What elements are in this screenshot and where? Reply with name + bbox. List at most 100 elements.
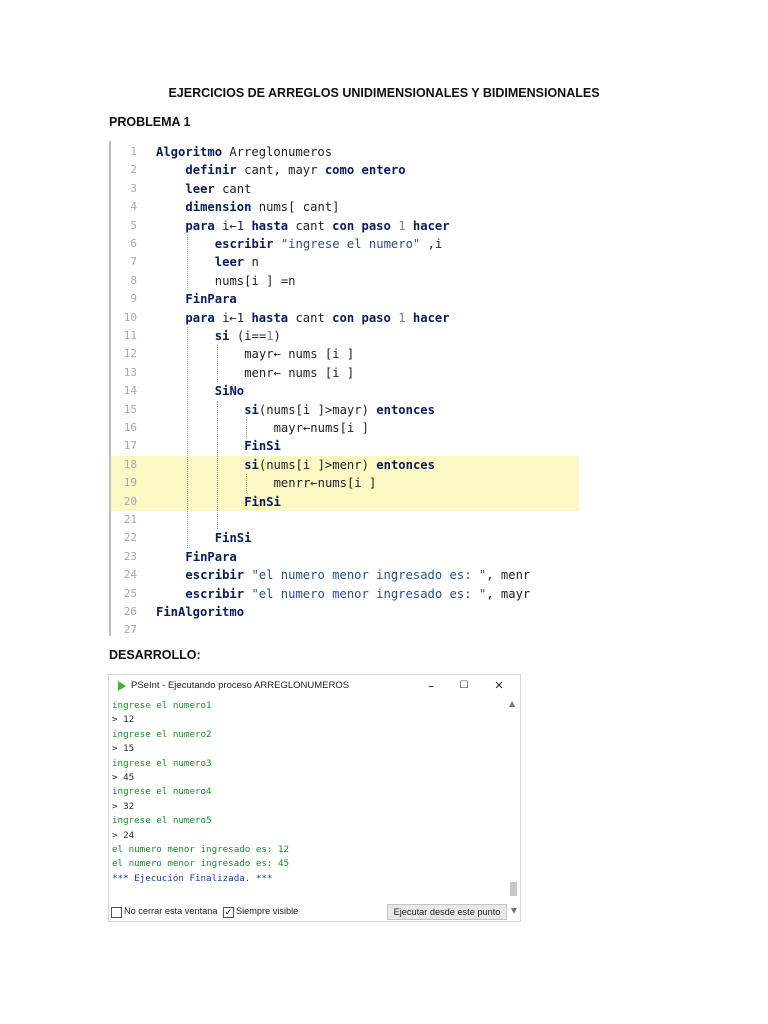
code-line[interactable]: 19 menrr←nums[i ] [111, 474, 579, 493]
code-token: FinSi [214, 531, 252, 546]
code-line[interactable]: 21 [111, 511, 579, 529]
code-token: , mayr [486, 586, 531, 601]
console-output-line: el numero menor ingresado es: 12 [112, 844, 290, 855]
console-output-line: ingrese el numero5 [112, 815, 212, 827]
line-number: 17 [123, 439, 137, 453]
code-token: cant [288, 310, 333, 325]
line-number: 6 [130, 237, 137, 250]
scroll-up-icon[interactable]: ▲ [509, 699, 515, 708]
console-output-line: > 12 [112, 714, 135, 726]
code-line[interactable]: 13 menr← nums [i ] [111, 364, 579, 382]
code-line[interactable]: 20 FinSi [111, 492, 579, 511]
scroll-down-icon[interactable]: ▼ [511, 906, 517, 915]
minimize-button[interactable]: – [420, 678, 442, 694]
console-output[interactable]: ingrese el numero1 > 12 ingrese el numero2… [109, 699, 505, 899]
code-text: FinPara [185, 548, 236, 566]
line-number: 22 [123, 531, 137, 545]
no-close-checkbox[interactable] [111, 907, 122, 918]
code-line[interactable]: 7 leer n [111, 253, 579, 271]
code-text: escribir "el numero menor ingresado es: … [185, 566, 530, 584]
console-output-line: > 32 [112, 800, 135, 812]
console-output-line: el numero menor ingresado es: 45 [112, 858, 290, 870]
code-token: leer [214, 255, 245, 270]
pseint-app-icon [118, 681, 126, 691]
code-token: con paso [332, 218, 391, 233]
code-token: "ingrese el numero" [280, 237, 421, 251]
line-number: 5 [130, 218, 137, 232]
code-token: FinSi [244, 439, 281, 454]
code-text: escribir "ingrese el numero" ,i [215, 235, 442, 253]
always-visible-label: Siempre visible [236, 906, 299, 916]
code-line[interactable]: 25 escribir "el numero menor ingresado es… [111, 585, 579, 603]
code-token: menrr←nums[i ] [273, 476, 377, 491]
code-line[interactable]: 26 FinAlgoritmo [111, 603, 579, 621]
code-line[interactable]: 11 si (i==1) [111, 327, 579, 345]
console-output-line: > 45 [112, 772, 135, 783]
line-number: 20 [123, 494, 137, 508]
code-token: i←1 [214, 310, 252, 325]
close-button[interactable]: ✕ [488, 678, 510, 694]
code-line[interactable]: 15 si(nums[i ]>mayr) entonces [111, 401, 579, 419]
code-token: Algoritmo [156, 145, 223, 159]
console-footer: No cerrar esta ventana ✓ Siempre visible… [109, 903, 520, 921]
code-token: mayr←nums[i ] [273, 421, 369, 435]
code-line[interactable]: 4 dimension nums[ cant] [111, 198, 579, 216]
code-line[interactable]: 9 FinPara [111, 290, 579, 308]
code-line[interactable]: 24 escribir "el numero menor ingresado es… [111, 566, 579, 584]
code-line[interactable]: 10 para i←1 hasta cant con paso 1 hacer [111, 309, 579, 327]
code-text: si (i==1) [215, 327, 281, 345]
title-bar[interactable]: PSeInt - Ejecutando proceso ARREGLONUMER… [109, 675, 520, 697]
maximize-button[interactable]: ☐ [453, 678, 475, 694]
code-token: hasta [251, 218, 289, 233]
code-line[interactable]: 18 si(nums[i ]>menr) entonces [111, 455, 579, 475]
code-token: cant [214, 181, 252, 196]
code-token: , menr [486, 568, 531, 583]
code-editor[interactable]: 1 Algoritmo Arreglonumeros 2 definir cant, … [109, 141, 579, 636]
code-line[interactable]: 12 mayr← nums [i ] [111, 345, 579, 363]
code-text: definir cant, mayr como entero [185, 161, 405, 179]
code-token: para [185, 310, 215, 325]
line-number: 11 [123, 329, 137, 342]
line-number: 27 [123, 623, 137, 636]
code-token: menr← nums [i ] [244, 365, 355, 380]
code-line[interactable]: 5 para i←1 hasta cant con paso 1 hacer [111, 217, 579, 235]
code-line[interactable]: 6 escribir "ingrese el numero" ,i [111, 235, 579, 253]
code-text: FinSi [244, 493, 281, 511]
line-number: 16 [123, 421, 137, 434]
console-output-line: ingrese el numero3 [112, 757, 212, 769]
code-line[interactable]: 17 FinSi [111, 437, 579, 455]
scroll-thumb[interactable] [510, 882, 517, 896]
code-line[interactable]: 14 SiNo [111, 382, 579, 400]
code-line[interactable]: 16 mayr←nums[i ] [111, 419, 579, 437]
code-line[interactable]: 2 definir cant, mayr como entero [111, 161, 579, 179]
code-line[interactable]: 22 FinSi [111, 529, 579, 547]
line-number: 21 [123, 513, 137, 526]
code-line[interactable]: 27 [111, 621, 579, 636]
line-number: 14 [123, 384, 137, 398]
code-token: como [324, 163, 355, 178]
code-token: escribir [185, 586, 245, 601]
line-number: 23 [123, 549, 137, 563]
code-token: nums[i ] =n [214, 273, 296, 288]
run-from-here-button[interactable]: Ejecutar desde este punto [387, 904, 507, 920]
code-token: 1 [398, 218, 406, 233]
code-line[interactable]: 1 Algoritmo Arreglonumeros [111, 143, 579, 161]
vertical-scrollbar[interactable]: ▲ [508, 699, 518, 899]
code-token: dimension [185, 200, 252, 215]
console-output-line: > 24 [112, 829, 135, 841]
code-line[interactable]: 23 FinPara [111, 548, 579, 566]
code-token: hasta [251, 310, 289, 325]
code-text: FinAlgoritmo [156, 603, 244, 621]
code-text: si(nums[i ]>menr) entonces [244, 456, 435, 474]
code-line[interactable]: 8 nums[i ] =n [111, 272, 579, 290]
always-visible-checkbox[interactable]: ✓ [223, 907, 234, 918]
indent-guide [246, 419, 248, 438]
code-line[interactable]: 3 leer cant [111, 180, 579, 198]
code-token: mayr← nums [i ] [244, 347, 355, 362]
line-number: 13 [123, 365, 137, 379]
code-token: si [244, 457, 259, 472]
console-output-line: *** Ejecución Finalizada. *** [112, 872, 273, 884]
